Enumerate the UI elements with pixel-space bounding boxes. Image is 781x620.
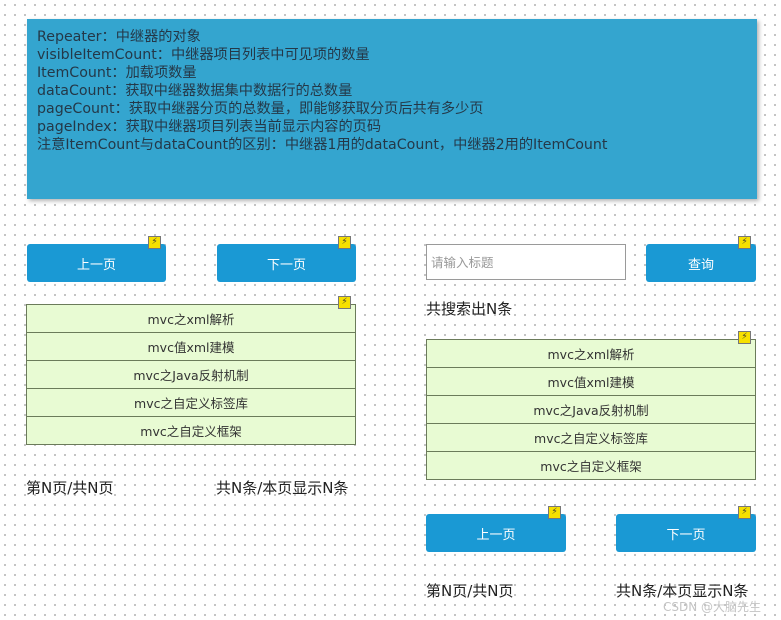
search-input[interactable] xyxy=(426,244,626,280)
list-item[interactable]: mvc之Java反射机制 xyxy=(426,395,756,424)
query-button[interactable]: 查询 xyxy=(646,244,756,282)
left-count-info: 共N条/本页显示N条 xyxy=(216,479,349,497)
right-prev-page-button[interactable]: 上一页 xyxy=(426,514,566,552)
left-prev-page-button[interactable]: 上一页 xyxy=(27,244,166,282)
list-item[interactable]: mvc值xml建模 xyxy=(26,332,356,361)
left-next-page-button[interactable]: 下一页 xyxy=(217,244,356,282)
annotation-note: Repeater：中继器的对象 visibleItemCount：中继器项目列表… xyxy=(27,19,757,199)
list-item[interactable]: mvc值xml建模 xyxy=(426,367,756,396)
list-item[interactable]: mvc之自定义标签库 xyxy=(26,388,356,417)
right-page-info: 第N页/共N页 xyxy=(426,582,514,600)
search-result-count: 共搜索出N条 xyxy=(426,300,513,318)
interaction-bolt-icon: ⚡ xyxy=(338,236,351,249)
interaction-bolt-icon: ⚡ xyxy=(738,506,751,519)
list-item[interactable]: mvc之自定义框架 xyxy=(26,416,356,445)
list-item[interactable]: mvc之自定义标签库 xyxy=(426,423,756,452)
right-next-page-button[interactable]: 下一页 xyxy=(616,514,756,552)
watermark: CSDN @大脑先生 xyxy=(663,600,762,614)
list-item[interactable]: mvc之Java反射机制 xyxy=(26,360,356,389)
interaction-bolt-icon: ⚡ xyxy=(738,236,751,249)
interaction-bolt-icon: ⚡ xyxy=(738,331,751,344)
list-item[interactable]: mvc之xml解析 xyxy=(26,304,356,333)
left-page-info: 第N页/共N页 xyxy=(26,479,114,497)
interaction-bolt-icon: ⚡ xyxy=(338,296,351,309)
interaction-bolt-icon: ⚡ xyxy=(548,506,561,519)
note-line: ItemCount：加载项数量 xyxy=(37,65,197,81)
list-item[interactable]: mvc之自定义框架 xyxy=(426,451,756,480)
interaction-bolt-icon: ⚡ xyxy=(148,236,161,249)
note-line: 注意ItemCount与dataCount的区别：中继器1用的dataCount… xyxy=(37,137,608,153)
note-line: pageCount：获取中继器分页的总数量，即能够获取分页后共有多少页 xyxy=(37,101,484,117)
note-line: visibleItemCount：中继器项目列表中可见项的数量 xyxy=(37,47,370,63)
note-line: Repeater：中继器的对象 xyxy=(37,29,201,45)
list-item[interactable]: mvc之xml解析 xyxy=(426,339,756,368)
note-line: pageIndex：获取中继器项目列表当前显示内容的页码 xyxy=(37,119,382,135)
note-line: dataCount：获取中继器数据集中数据行的总数量 xyxy=(37,83,353,99)
right-repeater-list: mvc之xml解析 mvc值xml建模 mvc之Java反射机制 mvc之自定义… xyxy=(426,339,756,480)
left-repeater-list: mvc之xml解析 mvc值xml建模 mvc之Java反射机制 mvc之自定义… xyxy=(26,304,356,445)
